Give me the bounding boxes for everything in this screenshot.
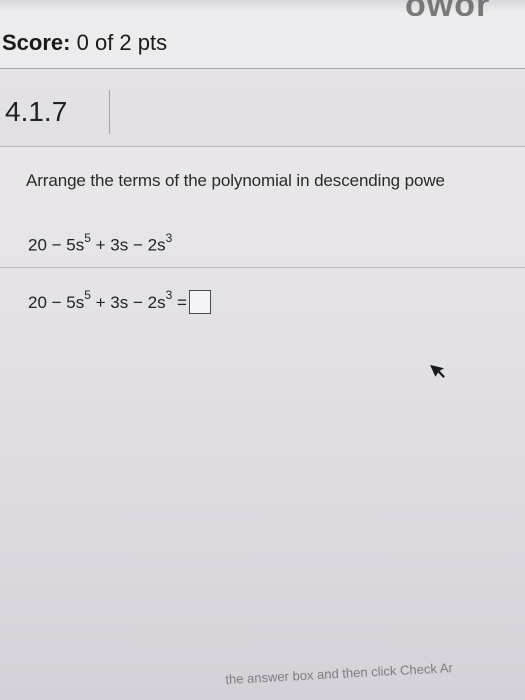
- exponent: 5: [84, 288, 91, 303]
- app-logo: owor: [405, 0, 525, 16]
- answer-equation: 20 − 5s5 + 3s − 2s3 =: [28, 288, 211, 314]
- question-instruction: Arrange the terms of the polynomial in d…: [26, 171, 445, 190]
- score-label: Score:: [2, 30, 71, 55]
- score-value: 0 of 2 pts: [76, 30, 168, 55]
- exponent: 3: [165, 288, 173, 303]
- term-part: + 3s − 2s: [90, 293, 166, 312]
- term-part: + 3s − 2s: [90, 235, 166, 255]
- mouse-pointer-icon: [430, 364, 445, 379]
- equals-sign: =: [177, 293, 187, 312]
- question-panel: Arrange the terms of the polynomial in d…: [0, 147, 525, 700]
- question-number: 4.1.7: [0, 90, 110, 134]
- exponent: 5: [84, 231, 91, 245]
- score-display: Score: 0 of 2 pts: [2, 30, 167, 56]
- score-bar: owor Score: 0 of 2 pts: [0, 0, 525, 69]
- exponent: 3: [165, 231, 173, 245]
- question-header: 4.1.7: [0, 78, 525, 147]
- term-part: 20 − 5s: [28, 293, 85, 312]
- divider: [0, 267, 525, 268]
- answer-input-box[interactable]: [188, 290, 211, 314]
- given-polynomial: 20 − 5s5 + 3s − 2s3: [28, 231, 173, 256]
- term-part: 20 − 5s: [28, 235, 85, 255]
